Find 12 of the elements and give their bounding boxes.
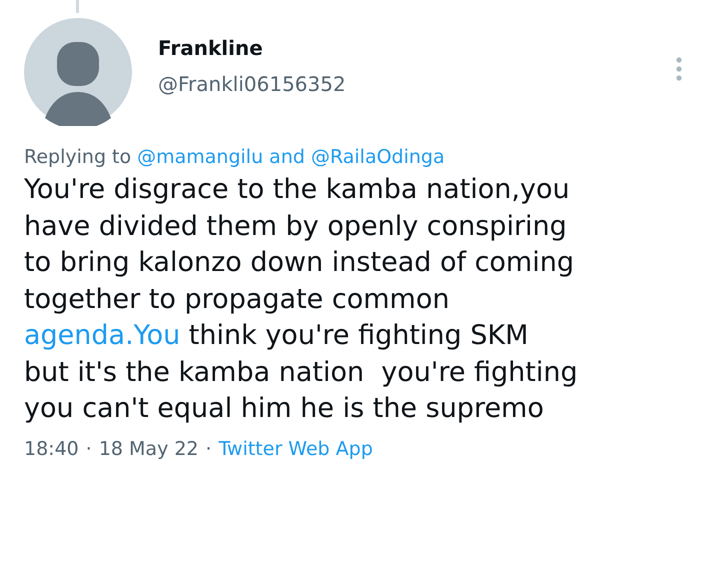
author-handle[interactable]: @Frankli06156352 xyxy=(158,70,346,98)
tweet-text: You're disgrace to the kamba nation,you have divided them by openly conspiring to bring kalonzo down instead of coming together to propagate common agenda.You think you're fighting SKM but it's the kamba nation you're fighting you can't equal him he is the supremo xyxy=(24,173,579,426)
separator-dot: · xyxy=(206,436,212,462)
source-link[interactable]: Twitter Web App xyxy=(218,436,373,462)
tweet-date: 18 May 22 xyxy=(98,436,199,462)
avatar-icon[interactable] xyxy=(24,18,132,126)
hashtag-link[interactable]: agenda.You xyxy=(24,320,180,351)
tweet-time: 18:40 xyxy=(24,436,79,462)
separator-dot: · xyxy=(86,436,92,462)
author-name[interactable]: Frankline xyxy=(158,34,346,62)
replying-label: Replying to xyxy=(24,145,132,170)
mention-link[interactable]: @mamangilu and @RailaOdinga xyxy=(137,144,445,170)
